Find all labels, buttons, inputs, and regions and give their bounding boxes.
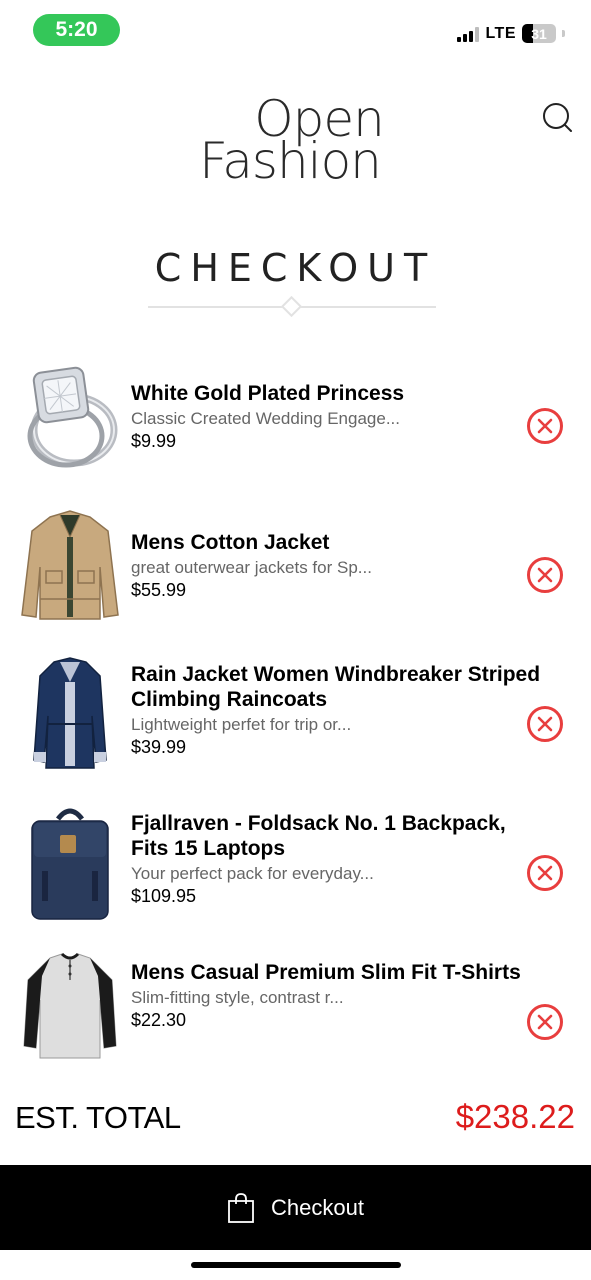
item-price: $109.95: [131, 886, 197, 906]
shopping-bag-icon: [228, 1192, 254, 1223]
item-name: Fjallraven - Foldsack No. 1 Backpack, Fi…: [131, 812, 506, 860]
item-description: Classic Created Wedding Engage...: [131, 409, 401, 428]
cart-item-info: White Gold Plated Princess Classic Creat…: [131, 381, 541, 452]
total-label: EST. TOTAL: [15, 1100, 181, 1135]
title-divider: [148, 295, 436, 318]
item-description: Your perfect pack for everyday...: [131, 864, 374, 883]
remove-item-button[interactable]: [527, 408, 563, 444]
item-price: $55.99: [131, 580, 187, 600]
remove-circle-icon: [537, 418, 553, 434]
jacket-image: [21, 510, 119, 620]
checkout-button[interactable]: Checkout: [0, 1165, 591, 1250]
remove-item-button[interactable]: [527, 706, 563, 742]
cart-item-info: Fjallraven - Foldsack No. 1 Backpack, Fi…: [131, 811, 541, 907]
network-type: LTE: [485, 24, 516, 42]
checkout-label: Checkout: [271, 1194, 364, 1220]
tshirt-image: [23, 952, 117, 1059]
status-time: 5:20: [33, 14, 120, 46]
item-description: great outerwear jackets for Sp...: [131, 558, 372, 577]
cart-item-info: Mens Cotton Jacket great outerwear jacke…: [131, 530, 541, 601]
logo-line-2: Fashion: [199, 132, 382, 190]
item-name: White Gold Plated Princess: [131, 382, 405, 405]
search-icon: [543, 103, 572, 132]
page-title: CHECKOUT: [154, 246, 437, 290]
ring-image: [27, 366, 118, 468]
total-value: $238.22: [455, 1098, 575, 1135]
cart-item-info: Mens Casual Premium Slim Fit T-Shirts Sl…: [131, 960, 541, 1031]
item-name: Mens Casual Premium Slim Fit T-Shirts: [131, 961, 521, 984]
cart-item: Mens Cotton Jacket great outerwear jacke…: [0, 503, 591, 652]
search-button[interactable]: [541, 101, 575, 135]
cart-item: Mens Casual Premium Slim Fit T-Shirts Sl…: [0, 950, 591, 1099]
item-price: $22.30: [131, 1010, 187, 1030]
backpack-image: [31, 808, 109, 920]
item-price: $39.99: [131, 737, 187, 757]
remove-item-button[interactable]: [527, 557, 563, 593]
status-indicators: LTE 31: [457, 24, 565, 43]
remove-item-button[interactable]: [527, 1004, 563, 1040]
item-price: $9.99: [131, 431, 177, 451]
item-name: Mens Cotton Jacket: [131, 531, 330, 554]
remove-item-button[interactable]: [527, 855, 563, 891]
home-indicator[interactable]: [191, 1262, 401, 1268]
cart-item-list: White Gold Plated Princess Classic Creat…: [0, 354, 591, 1099]
app-logo: Open Fashion: [150, 94, 440, 190]
item-name: Rain Jacket Women Windbreaker Striped Cl…: [131, 663, 541, 711]
signal-icon: [457, 26, 480, 42]
raincoat-image: [33, 657, 107, 769]
cart-item: White Gold Plated Princess Classic Creat…: [0, 354, 591, 503]
battery-cap: [562, 30, 565, 37]
battery-level: 31: [531, 25, 547, 42]
remove-circle-icon: [537, 1014, 553, 1030]
item-description: Lightweight perfet for trip or...: [131, 715, 352, 734]
remove-circle-icon: [537, 716, 553, 732]
remove-circle-icon: [537, 567, 553, 583]
cart-item-info: Rain Jacket Women Windbreaker Striped Cl…: [131, 662, 541, 758]
remove-circle-icon: [537, 865, 553, 881]
cart-item: Fjallraven - Foldsack No. 1 Backpack, Fi…: [0, 801, 591, 950]
battery-icon: 31: [522, 24, 556, 43]
cart-item: Rain Jacket Women Windbreaker Striped Cl…: [0, 652, 591, 801]
item-description: Slim-fitting style, contrast r...: [131, 988, 344, 1007]
